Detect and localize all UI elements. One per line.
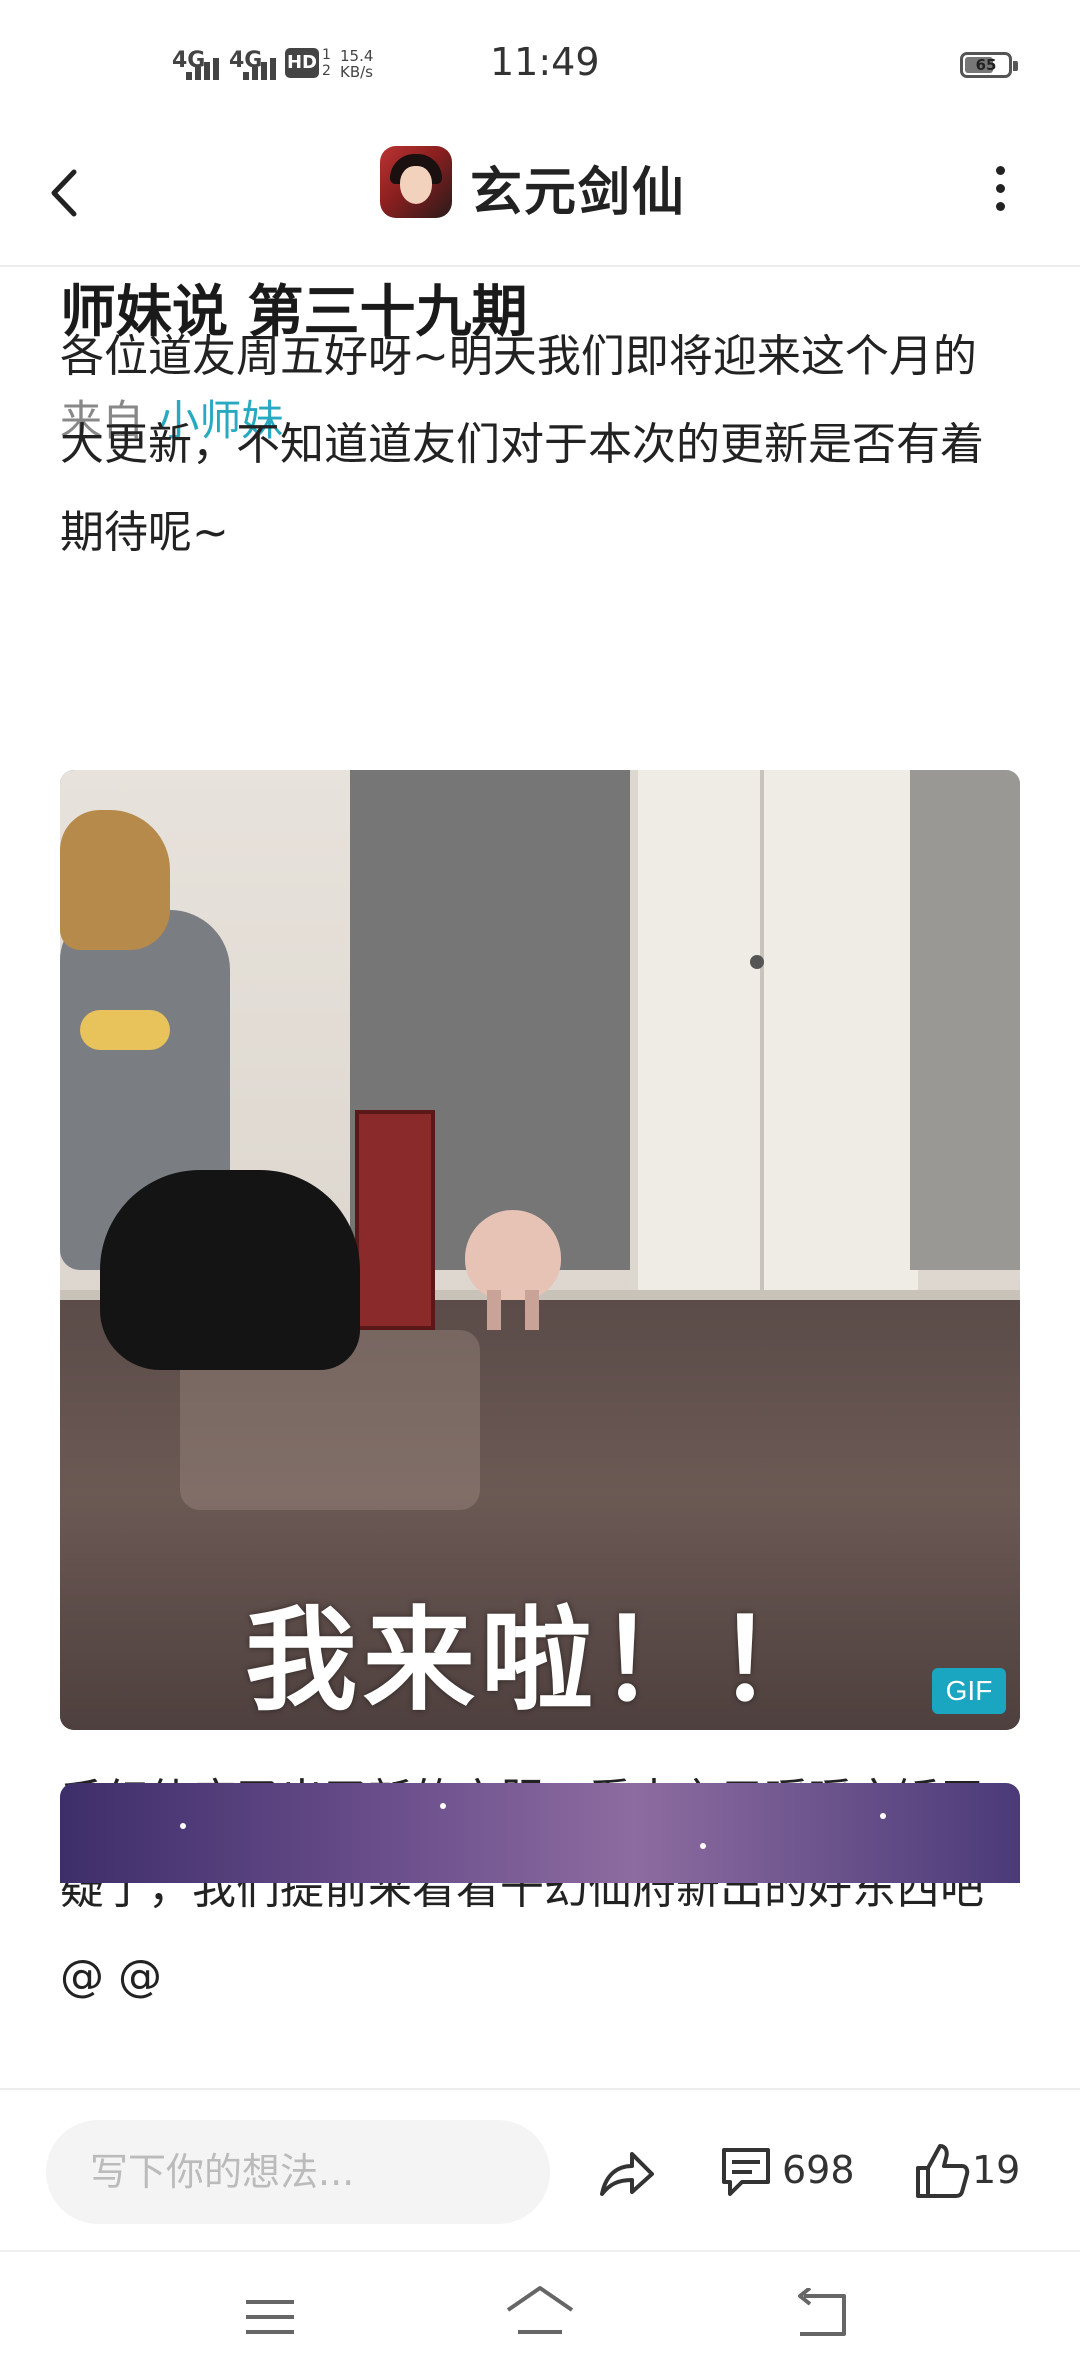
- gif-caption: 我来啦！！: [245, 1596, 835, 1726]
- action-bar: 写下你的想法... 698 19: [0, 2088, 1080, 2252]
- hd-sub: 2: [322, 63, 331, 79]
- network-speed: 15.4 KB/s: [340, 48, 373, 80]
- article-image-2[interactable]: [60, 1783, 1020, 1883]
- home-icon[interactable]: [502, 2282, 578, 2342]
- status-bar: 4G 4G HD 1 2 15.4 KB/s 11:49 65: [0, 0, 1080, 130]
- hd-icon: HD: [285, 48, 319, 78]
- chevron-left-icon[interactable]: [42, 158, 102, 228]
- thumbs-up-icon[interactable]: [914, 2142, 970, 2202]
- signal-bars-icon-1: [186, 50, 222, 80]
- app-header: 玄元剑仙: [0, 130, 1080, 267]
- like-count[interactable]: 19: [972, 2148, 1020, 2192]
- paragraph-1: 各位道友周五好呀~明天我们即将迎来这个月的大更新，不知道道友们对于本次的更新是否…: [60, 331, 984, 558]
- hd-indicator: 1 2: [322, 47, 331, 79]
- gif-badge: GIF: [932, 1668, 1006, 1714]
- hd-sup: 1: [322, 47, 331, 63]
- signal-bars-icon-2: [243, 50, 279, 80]
- back-icon[interactable]: [790, 2286, 852, 2342]
- battery-icon: 65: [960, 52, 1018, 78]
- clock: 11:49: [490, 40, 600, 84]
- more-vertical-icon[interactable]: [988, 166, 1012, 226]
- share-icon[interactable]: [596, 2146, 656, 2202]
- comment-count[interactable]: 698: [782, 2148, 855, 2192]
- game-title[interactable]: 玄元剑仙: [470, 150, 686, 225]
- game-avatar[interactable]: [380, 146, 452, 218]
- comment-icon[interactable]: [718, 2144, 774, 2200]
- article-gif-image[interactable]: 我来啦！！ GIF: [60, 770, 1020, 1730]
- menu-icon[interactable]: [240, 2292, 300, 2342]
- comment-input[interactable]: 写下你的想法...: [46, 2120, 550, 2224]
- net-speed-value: 15.4: [340, 47, 374, 65]
- battery-level: 65: [975, 56, 997, 74]
- system-nav-bar: [0, 2250, 1080, 2378]
- net-speed-unit: KB/s: [340, 63, 373, 81]
